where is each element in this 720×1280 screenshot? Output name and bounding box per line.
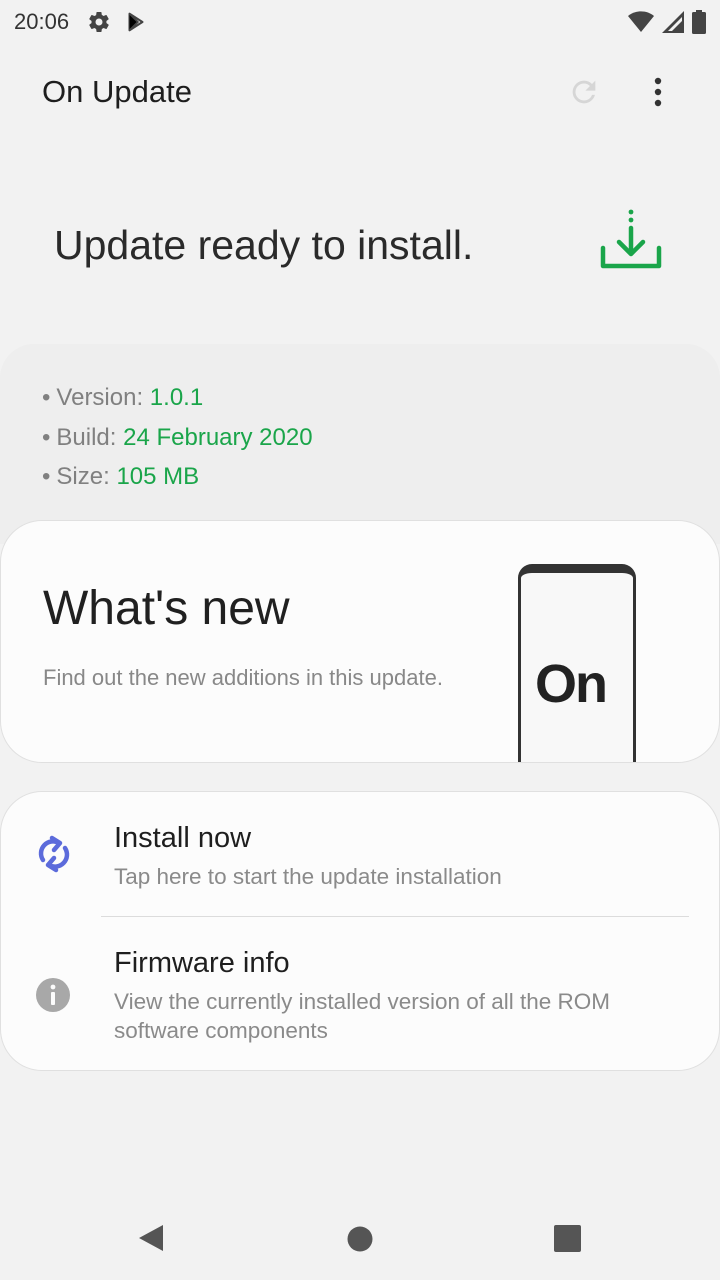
update-status: Update ready to install. xyxy=(54,208,674,280)
navigation-bar xyxy=(0,1196,720,1280)
install-now-subtitle: Tap here to start the update installatio… xyxy=(114,864,502,889)
firmware-info-subtitle: View the currently installed version of … xyxy=(114,989,611,1043)
install-now-title: Install now xyxy=(114,822,252,854)
actions-card: Install now Tap here to start the update… xyxy=(0,791,720,1071)
wifi-icon xyxy=(628,11,654,33)
status-time: 20:06 xyxy=(14,9,70,34)
whats-new-card[interactable]: What's new Find out the new additions in… xyxy=(0,520,720,763)
signal-icon xyxy=(662,11,684,33)
sync-icon xyxy=(35,834,73,879)
info-icon xyxy=(35,977,71,1018)
more-vert-icon[interactable] xyxy=(638,72,678,112)
update-details: • Version: 1.0.1 • Build: 24 February 2020… xyxy=(0,344,720,544)
detail-size: • Size: 105 MB xyxy=(42,463,200,490)
home-icon[interactable] xyxy=(347,1226,373,1252)
detail-label: Build: xyxy=(56,423,124,451)
download-icon xyxy=(598,208,664,279)
firmware-info-title: Firmware info xyxy=(114,947,290,979)
status-bar: 20:06 xyxy=(0,0,720,44)
detail-value: 1.0.1 xyxy=(149,384,204,411)
back-icon[interactable] xyxy=(137,1223,165,1253)
whats-new-title: What's new xyxy=(43,582,290,635)
app-title: On Update xyxy=(42,74,192,109)
install-now-item[interactable]: Install now Tap here to start the update… xyxy=(1,792,720,916)
detail-label: Size: xyxy=(56,463,117,490)
phone-illustration: On xyxy=(518,564,636,762)
detail-value: 105 MB xyxy=(116,463,200,490)
update-status-text: Update ready to install. xyxy=(54,221,474,268)
firmware-info-item[interactable]: Firmware info View the currently install… xyxy=(1,917,720,1071)
battery-icon xyxy=(692,10,706,34)
on-logo: On xyxy=(535,654,608,714)
detail-value: 24 February 2020 xyxy=(123,423,313,451)
play-store-icon xyxy=(125,11,147,33)
whats-new-description: Find out the new additions in this updat… xyxy=(43,665,443,690)
gear-icon xyxy=(87,10,111,34)
recents-icon[interactable] xyxy=(554,1225,581,1252)
app-bar: On Update xyxy=(0,56,720,128)
detail-build: • Build: 24 February 2020 xyxy=(42,423,313,451)
detail-version: • Version: 1.0.1 xyxy=(42,384,204,411)
refresh-icon[interactable] xyxy=(564,72,604,112)
detail-label: Version: xyxy=(56,384,150,411)
